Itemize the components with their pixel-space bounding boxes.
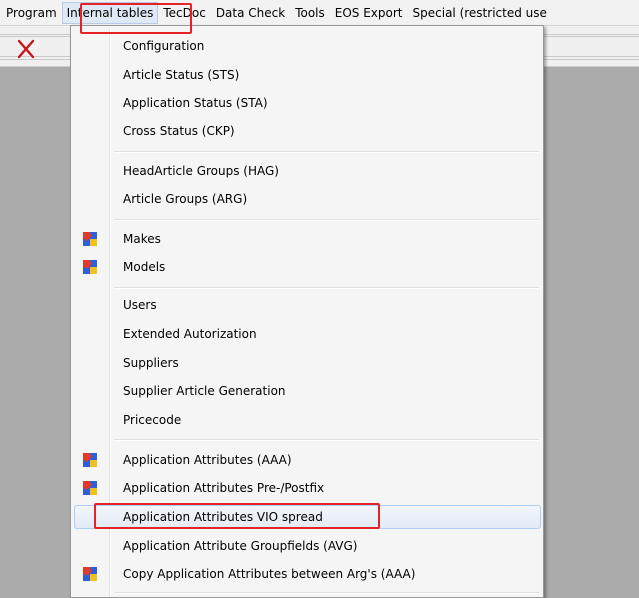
menu-item-label: Article Groups (ARG) [123, 192, 248, 206]
puzzle-icon [83, 260, 97, 274]
menu-item-application-status[interactable]: Application Status (STA) [74, 91, 541, 115]
menu-item-label: Application Attribute Groupfields (AVG) [123, 539, 358, 553]
menu-item-label: Application Attributes Pre-/Postfix [123, 481, 325, 495]
menu-separator [114, 151, 539, 153]
close-icon[interactable] [15, 38, 37, 60]
menu-item-application-attribute-groupfields[interactable]: Application Attribute Groupfields (AVG) [74, 534, 541, 558]
menu-item-label: Models [123, 260, 166, 274]
menu-item-extended-autorization[interactable]: Extended Autorization [74, 322, 541, 346]
menu-item-application-attributes-prefix[interactable]: Application Attributes Pre-/Postfix [74, 476, 541, 500]
internal-tables-dropdown: Configuration Article Status (STS) Appli… [70, 25, 544, 598]
menu-internal-tables[interactable]: Internal tables [61, 1, 159, 24]
menu-item-application-attributes-vio-spread[interactable]: Application Attributes VIO spread [74, 505, 541, 529]
menu-item-copy-application-attributes[interactable]: Copy Application Attributes between Arg'… [74, 562, 541, 586]
menu-item-label: Copy Application Attributes between Arg'… [123, 567, 416, 581]
menu-item-makes[interactable]: Makes [74, 227, 541, 251]
menu-bar: Program Internal tables TecDoc Data Chec… [0, 0, 639, 26]
menu-separator [114, 439, 539, 441]
menu-item-label: Application Attributes VIO spread [123, 510, 323, 524]
menu-item-supplier-article-generation[interactable]: Supplier Article Generation [74, 379, 541, 403]
menu-item-label: Cross Status (CKP) [123, 124, 235, 138]
menu-item-article-groups[interactable]: Article Groups (ARG) [74, 187, 541, 211]
menu-item-label: HeadArticle Groups (HAG) [123, 164, 279, 178]
menu-item-label: Application Attributes (AAA) [123, 453, 292, 467]
menu-item-label: Extended Autorization [123, 327, 257, 341]
menu-item-label: Supplier Article Generation [123, 384, 286, 398]
menu-item-headarticle-groups[interactable]: HeadArticle Groups (HAG) [74, 159, 541, 183]
menu-item-users[interactable]: Users [74, 293, 541, 317]
menu-separator [114, 219, 539, 221]
menu-item-label: Article Status (STS) [123, 68, 240, 82]
menu-item-application-attributes[interactable]: Application Attributes (AAA) [74, 448, 541, 472]
puzzle-icon [83, 453, 97, 467]
menu-item-article-status[interactable]: Article Status (STS) [74, 63, 541, 87]
menu-item-models[interactable]: Models [74, 255, 541, 279]
menu-tecdoc[interactable]: TecDoc [158, 3, 210, 23]
menu-separator [114, 592, 539, 594]
menu-item-pricecode[interactable]: Pricecode [74, 408, 541, 432]
menu-eos-export[interactable]: EOS Export [330, 3, 408, 23]
menu-item-label: Users [123, 298, 157, 312]
menu-item-label: Configuration [123, 39, 205, 53]
puzzle-icon [83, 567, 97, 581]
menu-item-label: Makes [123, 232, 161, 246]
menu-separator [114, 287, 539, 289]
menu-program[interactable]: Program [0, 3, 62, 23]
menu-item-label: Pricecode [123, 413, 182, 427]
menu-item-suppliers[interactable]: Suppliers [74, 351, 541, 375]
puzzle-icon [83, 232, 97, 246]
menu-item-cross-status[interactable]: Cross Status (CKP) [74, 119, 541, 143]
menu-data-check[interactable]: Data Check [211, 3, 290, 23]
puzzle-icon [83, 481, 97, 495]
menu-tools[interactable]: Tools [290, 3, 330, 23]
menu-item-configuration[interactable]: Configuration [74, 34, 541, 58]
menu-item-label: Application Status (STA) [123, 96, 268, 110]
menu-special[interactable]: Special (restricted use [408, 3, 552, 23]
menu-item-label: Suppliers [123, 356, 179, 370]
